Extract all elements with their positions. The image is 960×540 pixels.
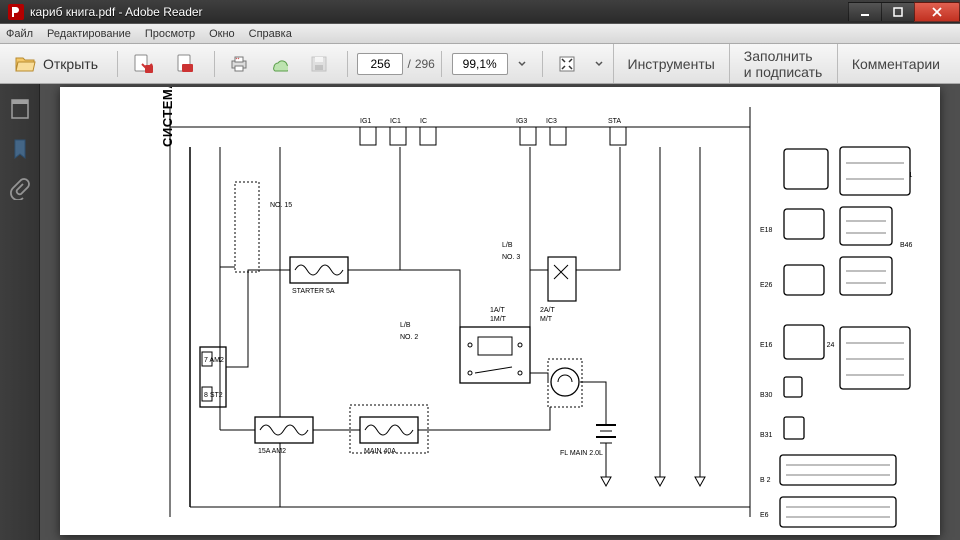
bookmark-icon[interactable] [9,138,31,160]
separator [441,51,442,77]
svg-text:STARTER 5A: STARTER 5A [292,288,335,295]
svg-text:B46: B46 [900,242,913,249]
svg-text:1A/T: 1A/T [490,307,506,314]
maximize-button[interactable] [881,2,915,22]
page-pdf-icon [175,54,195,74]
toolbar: Открыть / 296 Инструменты Заполнить и по… [0,44,960,84]
separator [347,51,348,77]
page-total: 296 [415,57,435,71]
svg-text:IC1: IC1 [390,118,401,125]
svg-text:IG1: IG1 [360,118,371,125]
titlebar: кариб книга.pdf - Adobe Reader [0,0,960,24]
svg-text:B 2: B 2 [760,477,771,484]
side-panel [0,84,40,540]
close-button[interactable] [914,2,960,22]
svg-text:IG3: IG3 [516,118,527,125]
page-viewport[interactable]: СИСТЕМА ЗАП ЗАМОК ЗАЖИГАНИЯ 7 AM2 8 ST2 [40,84,960,540]
print-button[interactable] [221,49,257,79]
svg-text:FL MAIN 2.0L: FL MAIN 2.0L [560,450,603,457]
tab-tools[interactable]: Инструменты [613,44,729,83]
separator [542,51,543,77]
svg-text:B31: B31 [760,432,773,439]
minimize-button[interactable] [848,2,882,22]
svg-text:B30: B30 [760,392,773,399]
page-convert-icon [133,54,153,74]
svg-text:L/B: L/B [502,242,513,249]
separator [214,51,215,77]
save-button[interactable] [301,49,337,79]
page-number-input[interactable] [357,53,403,75]
svg-text:7 AM2: 7 AM2 [204,357,224,364]
right-tabs: Инструменты Заполнить и подписать Коммен… [613,44,955,83]
tab-fill-sign[interactable]: Заполнить и подписать [729,44,837,83]
window-controls [849,2,960,22]
app-icon [8,4,24,20]
cloud-icon [270,55,288,73]
create-pdf-button[interactable] [124,49,162,79]
svg-text:L/B: L/B [400,322,411,329]
content-area: СИСТЕМА ЗАП ЗАМОК ЗАЖИГАНИЯ 7 AM2 8 ST2 [0,84,960,540]
folder-open-icon [15,55,37,73]
svg-text:2A/T: 2A/T [540,307,556,314]
svg-text:NO. 2: NO. 2 [400,334,418,341]
chevron-down-icon [595,60,603,68]
zoom-dropdown-button[interactable] [512,49,532,79]
menu-edit[interactable]: Редактирование [47,28,131,40]
expand-icon [558,55,576,73]
wiring-diagram: ЗАМОК ЗАЖИГАНИЯ 7 AM2 8 ST2 ВНУТРИ J/B S… [60,87,940,535]
svg-text:MAIN 40A: MAIN 40A [364,448,396,455]
chevron-down-icon [518,60,526,68]
page-sep: / [407,57,410,71]
svg-text:M/T: M/T [540,316,553,323]
window-title: кариб книга.pdf - Adobe Reader [30,5,849,19]
open-button[interactable]: Открыть [6,49,107,79]
export-pdf-button[interactable] [166,49,204,79]
svg-text:IC: IC [420,118,427,125]
menu-view[interactable]: Просмотр [145,28,195,40]
svg-text:1M/T: 1M/T [490,316,507,323]
menu-help[interactable]: Справка [249,28,292,40]
menu-file[interactable]: Файл [6,28,33,40]
menu-window[interactable]: Окно [209,28,235,40]
svg-text:E16: E16 [760,342,773,349]
email-button[interactable] [261,49,297,79]
svg-text:IC3: IC3 [546,118,557,125]
zoom-input[interactable] [452,53,508,75]
save-icon [310,55,328,73]
svg-text:STA: STA [608,118,621,125]
read-mode-dropdown[interactable] [589,49,609,79]
print-icon [230,55,248,73]
svg-text:E6: E6 [760,512,769,519]
tab-comments[interactable]: Комментарии [837,44,954,83]
pdf-page: СИСТЕМА ЗАП ЗАМОК ЗАЖИГАНИЯ 7 AM2 8 ST2 [60,87,940,535]
open-label: Открыть [43,56,98,72]
svg-text:E26: E26 [760,282,773,289]
svg-text:NO. 15: NO. 15 [270,202,292,209]
separator [117,51,118,77]
svg-text:E18: E18 [760,227,773,234]
read-mode-button[interactable] [549,49,585,79]
svg-text:15A AM2: 15A AM2 [258,448,286,455]
menubar: Файл Редактирование Просмотр Окно Справк… [0,24,960,44]
svg-text:NO. 3: NO. 3 [502,254,520,261]
thumbnails-icon[interactable] [9,98,31,120]
attachment-icon[interactable] [9,178,31,200]
